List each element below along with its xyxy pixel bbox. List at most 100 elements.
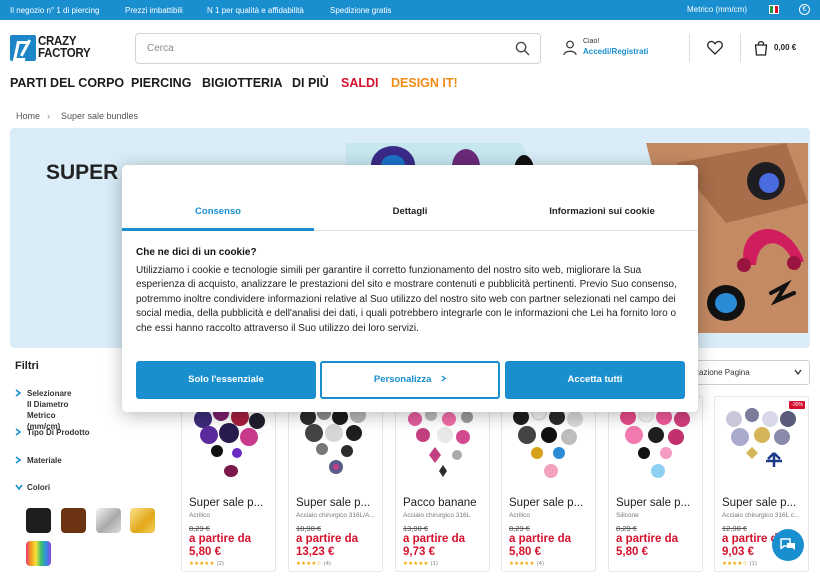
product-image[interactable] — [718, 399, 805, 483]
product-material: Silicone — [616, 512, 639, 519]
header-divider — [689, 34, 690, 62]
search-input[interactable] — [136, 34, 506, 63]
product-name[interactable]: Super sale p... — [189, 497, 273, 509]
product-card[interactable]: Super sale p... Silicone 8,29 € a partir… — [608, 396, 703, 572]
product-old-price: 8,29 € — [509, 524, 530, 533]
review-count: (1) — [430, 561, 438, 567]
chevron-right-icon — [15, 428, 21, 436]
product-material: Acciaio chirurgico 316L c... — [722, 512, 800, 519]
rating-stars: ★★★★★ (4) — [509, 561, 544, 567]
product-card[interactable]: Pacco banane Acciaio chirurgico 316L 13,… — [395, 396, 490, 572]
cart-total[interactable]: 0,00 € — [774, 43, 796, 52]
product-name[interactable]: Super sale p... — [509, 497, 593, 509]
italy-flag-icon[interactable] — [769, 5, 779, 14]
review-count: (1) — [749, 561, 757, 567]
breadcrumb-current: Super sale bundles — [61, 111, 139, 121]
product-name[interactable]: Super sale p... — [722, 497, 806, 509]
price-from-label: a partire da — [509, 533, 571, 545]
product-price: 5,80 € — [616, 546, 648, 558]
product-card[interactable]: Super sale p... Acciaio chirurgico 316L/… — [288, 396, 383, 572]
banner-title: SUPER — [46, 161, 119, 184]
filter-label: Selezionare Il Diametro Metrico (mm/cm) — [27, 389, 72, 431]
filters-title: Filtri — [15, 360, 39, 372]
rating-stars: ★★★★☆ (4) — [296, 561, 331, 567]
color-swatch-silver[interactable] — [96, 508, 121, 533]
sort-value: zzazione Pagina — [691, 368, 750, 377]
rating-stars: ★★★★★ (2) — [189, 561, 224, 567]
nav-item-design-it[interactable]: DESIGN IT! — [391, 76, 458, 90]
product-price: 9,73 € — [403, 546, 435, 558]
review-count: (4) — [536, 561, 544, 567]
tab-consenso[interactable]: Consenso — [122, 206, 314, 217]
product-old-price: 13,90 € — [403, 524, 429, 533]
filter-label: Materiale — [27, 456, 62, 465]
sort-dropdown[interactable]: zzazione Pagina — [680, 360, 810, 385]
filter-label: Colori — [27, 483, 51, 492]
topbar-message: Il negozio n° 1 di piercing — [10, 6, 100, 15]
nav-item-bigiotteria[interactable]: BIGIOTTERIA — [202, 76, 283, 90]
product-material: Acciaio chirurgico 316L — [403, 512, 471, 519]
color-swatch-rainbow[interactable] — [26, 541, 51, 566]
logo-text: FACTORY — [38, 46, 91, 60]
active-tab-indicator — [122, 228, 314, 231]
user-icon — [563, 40, 577, 56]
nav-item-parti-del-corpo[interactable]: PARTI DEL CORPO — [10, 76, 124, 90]
product-price: 9,03 € — [722, 546, 754, 558]
rating-stars: ★★★★★ (1) — [403, 561, 438, 567]
chevron-down-icon — [794, 369, 802, 375]
shopping-bag-icon[interactable] — [753, 40, 769, 56]
product-old-price: 12,90 € — [722, 524, 748, 533]
cookie-dialog-text: Utilizziamo i cookie e tecnologie simili… — [136, 265, 677, 334]
discount-badge: -30% — [789, 401, 805, 409]
chevron-down-icon — [15, 484, 23, 490]
filter-label: Tipo Di Prodotto — [27, 428, 90, 437]
chevron-right-icon — [15, 456, 21, 464]
product-material: Acciaio chirurgico 316L/A... — [296, 512, 375, 519]
color-swatch-brown[interactable] — [61, 508, 86, 533]
rating-stars: ★★★★☆ (1) — [722, 561, 757, 567]
product-old-price: 8,29 € — [616, 524, 637, 533]
currency-selector[interactable]: € — [799, 4, 810, 15]
breadcrumb-home[interactable]: Home — [16, 111, 40, 121]
topbar-message: Prezzi imbattibili — [125, 6, 183, 15]
chevron-right-icon — [441, 375, 447, 382]
crazy-factory-logo[interactable]: CRAZY FACTORY — [10, 35, 92, 62]
nav-item-di-piu[interactable]: DI PIÙ — [292, 76, 329, 90]
color-swatch-gold[interactable] — [130, 508, 155, 533]
price-from-label: a partire da — [403, 533, 465, 545]
color-swatch-black[interactable] — [26, 508, 51, 533]
product-name[interactable]: Pacco banane — [403, 497, 487, 509]
topbar-message: N 1 per qualità e affidabilità — [207, 6, 304, 15]
customize-button[interactable]: Personalizza — [320, 361, 500, 399]
product-price: 5,80 € — [509, 546, 541, 558]
breadcrumb-separator: › — [47, 111, 50, 121]
greeting-text: Ciao! — [583, 38, 600, 45]
unit-selector[interactable]: Metrico (mm/cm) — [687, 5, 747, 14]
product-material: Acrilico — [189, 512, 210, 519]
chat-bubble-icon — [780, 538, 795, 550]
wishlist-heart-icon[interactable] — [707, 40, 723, 55]
chevron-right-icon — [15, 389, 21, 397]
product-card[interactable]: Super sale p... Acrilico 8,29 € a partir… — [501, 396, 596, 572]
price-from-label: a partire da — [296, 533, 358, 545]
search-box[interactable] — [135, 33, 541, 64]
tab-informazioni-cookie[interactable]: Informazioni sui cookie — [506, 206, 698, 217]
chat-button[interactable] — [772, 529, 804, 561]
login-register-link[interactable]: Accedi/Registrati — [583, 47, 648, 56]
customize-button-label: Personalizza — [373, 374, 432, 385]
search-icon[interactable] — [515, 41, 530, 56]
logo-mark-icon — [10, 35, 36, 61]
cookie-consent-dialog: Consenso Dettagli Informazioni sui cooki… — [122, 165, 698, 412]
tab-dettagli[interactable]: Dettagli — [314, 206, 506, 217]
product-card[interactable]: Super sale p... Acrilico 8,29 € a partir… — [181, 396, 276, 572]
cookie-dialog-title: Che ne dici di un cookie? — [136, 247, 257, 258]
product-old-price: 8,29 € — [189, 524, 210, 533]
topbar-message: Spedizione gratis — [330, 6, 392, 15]
product-name[interactable]: Super sale p... — [616, 497, 700, 509]
accept-all-button[interactable]: Accetta tutti — [505, 361, 685, 399]
product-old-price: 18,90 € — [296, 524, 322, 533]
essential-only-button[interactable]: Solo l'essenziale — [136, 361, 316, 399]
nav-item-piercing[interactable]: PIERCING — [131, 76, 191, 90]
nav-item-saldi[interactable]: SALDI — [341, 76, 379, 90]
product-name[interactable]: Super sale p... — [296, 497, 380, 509]
